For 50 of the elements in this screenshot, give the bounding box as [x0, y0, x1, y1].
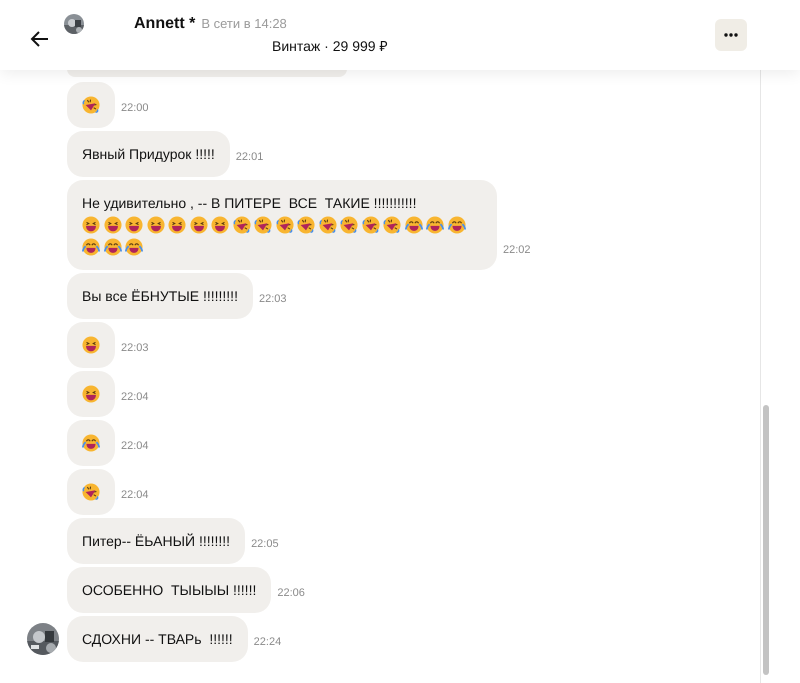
message-time: 22:03: [121, 342, 149, 354]
rolling-laughing-face-icon: [82, 483, 100, 501]
message-time: 22:04: [121, 440, 149, 452]
grinning-face-icon: [190, 216, 208, 234]
grinning-face-icon: [82, 336, 100, 354]
rolling-laughing-face-icon: [362, 216, 380, 234]
rolling-laughing-face-icon: [383, 216, 401, 234]
rolling-laughing-face-icon: [340, 216, 358, 234]
online-status: В сети в 14:28: [201, 16, 287, 31]
message-time: 22:02: [503, 244, 531, 256]
tears-of-joy-face-icon: [404, 216, 422, 234]
grinning-face-icon: [146, 216, 164, 234]
message-text: СДОХНИ -- ТВАРь !!!!!!: [82, 630, 233, 649]
message-time: 22:06: [277, 587, 305, 599]
tears-of-joy-face-icon: [104, 238, 122, 256]
grinning-face-icon: [211, 216, 229, 234]
grinning-face-icon: [82, 216, 100, 234]
rolling-laughing-face-icon: [82, 96, 100, 114]
message-time: 22:04: [121, 391, 149, 403]
message-time: 22:05: [251, 538, 279, 550]
back-icon[interactable]: [30, 29, 50, 49]
tears-of-joy-face-icon: [82, 434, 100, 452]
tears-of-joy-face-icon: [125, 238, 143, 256]
rolling-laughing-face-icon: [254, 216, 272, 234]
grinning-face-icon: [82, 385, 100, 403]
message-text: Явный Придурок !!!!!: [82, 145, 215, 164]
rolling-laughing-face-icon: [297, 216, 315, 234]
message-text: Вы все ЁБНУТЫЕ !!!!!!!!!: [82, 287, 238, 306]
scrollbar[interactable]: [760, 70, 772, 683]
message-time: 22:00: [121, 102, 149, 114]
listing-title: Винтаж · 29 999 ₽: [272, 37, 388, 55]
tears-of-joy-face-icon: [82, 238, 100, 256]
message-text: ОСОБЕННО ТЫЫЫЫ !!!!!!: [82, 581, 256, 600]
rolling-laughing-face-icon: [276, 216, 294, 234]
more-button[interactable]: [715, 19, 747, 51]
message-time: 22:04: [121, 489, 149, 501]
message-text: Питер-- ЁЬАНЫЙ !!!!!!!!: [82, 532, 230, 551]
message-text: Не удивительно , -- В ПИТЕРЕ ВСЕ ТАКИЕ !!!!!!!!!!!: [82, 194, 418, 213]
tears-of-joy-face-icon: [426, 216, 444, 234]
tears-of-joy-face-icon: [448, 216, 466, 234]
message-time: 22:03: [258, 293, 286, 305]
more-icon: [724, 33, 738, 37]
message-time: 22:01: [236, 151, 264, 163]
rolling-laughing-face-icon: [318, 216, 336, 234]
rolling-laughing-face-icon: [232, 216, 250, 234]
grinning-face-icon: [125, 216, 143, 234]
message-time: 22:24: [254, 636, 282, 648]
grinning-face-icon: [104, 216, 122, 234]
grinning-face-icon: [168, 216, 186, 234]
contact-name: Annett *: [134, 15, 196, 33]
